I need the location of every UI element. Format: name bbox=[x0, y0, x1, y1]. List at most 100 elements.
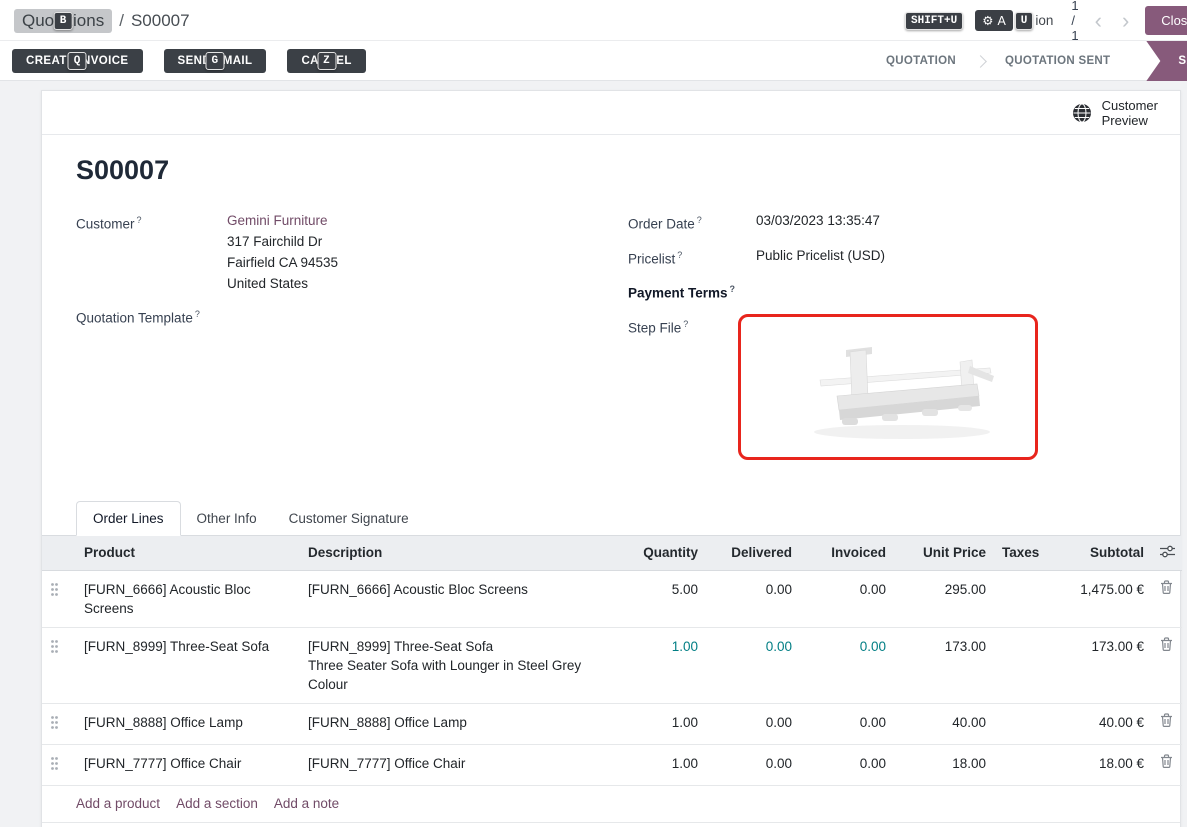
cell-unit-price[interactable]: 295.00 bbox=[894, 570, 994, 627]
cell-invoiced: 0.00 bbox=[800, 703, 894, 744]
order-line-row[interactable]: [FURN_8999] Three-Seat Sofa [FURN_8999] … bbox=[42, 627, 1182, 703]
control-bar: CREATE INVOICE Q SEND EMAIL G CANCEL Z Q… bbox=[0, 41, 1187, 81]
statusbar: QUOTATION QUOTATION SENT SALES ORDER bbox=[868, 41, 1187, 81]
content-area: Customer Preview S00007 Customer? Gemini… bbox=[0, 81, 1187, 827]
customer-preview-label: Customer Preview bbox=[1102, 98, 1158, 128]
add-note-link[interactable]: Add a note bbox=[274, 796, 339, 811]
status-quotation-sent[interactable]: QUOTATION SENT bbox=[987, 55, 1128, 67]
delete-row-button[interactable] bbox=[1160, 637, 1173, 654]
order-date-value[interactable]: 03/03/2023 13:35:47 bbox=[756, 210, 880, 235]
cell-unit-price[interactable]: 173.00 bbox=[894, 627, 994, 703]
add-product-link[interactable]: Add a product bbox=[76, 796, 160, 811]
pager-previous-button[interactable]: ‹ bbox=[1091, 10, 1106, 32]
cell-taxes[interactable] bbox=[994, 570, 1040, 627]
cell-product[interactable]: [FURN_8999] Three-Seat Sofa bbox=[76, 627, 300, 703]
create-invoice-button[interactable]: CREATE INVOICE Q bbox=[12, 49, 143, 73]
cell-description[interactable]: [FURN_8999] Three-Seat Sofa Three Seater… bbox=[300, 627, 600, 703]
cell-quantity[interactable]: 1.00 bbox=[600, 627, 706, 703]
header-product[interactable]: Product bbox=[76, 536, 300, 571]
order-line-row[interactable]: [FURN_6666] Acoustic Bloc Screens [FURN_… bbox=[42, 570, 1182, 627]
header-unit-price[interactable]: Unit Price bbox=[894, 536, 994, 571]
breadcrumb-current: S00007 bbox=[131, 11, 190, 31]
cell-delivered: 0.00 bbox=[706, 570, 800, 627]
action-menu-button[interactable]: ⚙ A U ion bbox=[975, 10, 1053, 31]
cell-quantity[interactable]: 5.00 bbox=[600, 570, 706, 627]
header-subtotal[interactable]: Subtotal bbox=[1040, 536, 1152, 571]
pricelist-value[interactable]: Public Pricelist (USD) bbox=[756, 245, 885, 270]
step-file-3d-render-icon bbox=[742, 318, 1034, 456]
cancel-button[interactable]: CANCEL Z bbox=[287, 49, 365, 73]
kb-hint-cancel: Z bbox=[317, 52, 336, 70]
tab-order-lines[interactable]: Order Lines bbox=[76, 501, 181, 536]
delete-row-button[interactable] bbox=[1160, 713, 1173, 730]
header-description[interactable]: Description bbox=[300, 536, 600, 571]
trash-icon bbox=[1160, 713, 1173, 727]
cell-delete bbox=[1152, 744, 1182, 785]
fields-left-column: Customer? Gemini Furniture 317 Fairchild… bbox=[76, 210, 628, 470]
step-file-image[interactable] bbox=[738, 314, 1038, 460]
cell-quantity[interactable]: 1.00 bbox=[600, 703, 706, 744]
header-delivered[interactable]: Delivered bbox=[706, 536, 800, 571]
tab-customer-signature[interactable]: Customer Signature bbox=[273, 501, 425, 536]
order-line-row[interactable]: [FURN_7777] Office Chair [FURN_7777] Off… bbox=[42, 744, 1182, 785]
drag-handle[interactable] bbox=[42, 570, 76, 627]
close-button[interactable]: Close bbox=[1145, 6, 1187, 35]
cell-subtotal: 1,475.00 € bbox=[1040, 570, 1152, 627]
optional-columns-button[interactable] bbox=[1152, 536, 1182, 571]
cell-product[interactable]: [FURN_7777] Office Chair bbox=[76, 744, 300, 785]
pricelist-field: Pricelist? Public Pricelist (USD) bbox=[628, 245, 1160, 270]
cell-taxes[interactable] bbox=[994, 627, 1040, 703]
order-line-row[interactable]: [FURN_8888] Office Lamp [FURN_8888] Offi… bbox=[42, 703, 1182, 744]
cell-invoiced: 0.00 bbox=[800, 627, 894, 703]
top-navbar: Quotations B / S00007 SHIFT+U ⚙ A U ion … bbox=[0, 0, 1187, 41]
header-taxes[interactable]: Taxes bbox=[994, 536, 1040, 571]
drag-handle[interactable] bbox=[42, 744, 76, 785]
delete-row-button[interactable] bbox=[1160, 754, 1173, 771]
drag-handle-icon bbox=[50, 639, 59, 654]
cell-unit-price[interactable]: 40.00 bbox=[894, 703, 994, 744]
cell-taxes[interactable] bbox=[994, 703, 1040, 744]
cell-unit-price[interactable]: 18.00 bbox=[894, 744, 994, 785]
cell-taxes[interactable] bbox=[994, 744, 1040, 785]
order-date-label: Order Date? bbox=[628, 210, 756, 235]
payment-terms-input[interactable] bbox=[756, 279, 896, 304]
customer-preview-button[interactable]: Customer Preview bbox=[1071, 98, 1158, 128]
customer-address-line: 317 Fairchild Dr bbox=[227, 231, 338, 252]
status-sales-order[interactable]: SALES ORDER bbox=[1146, 41, 1187, 81]
help-icon: ? bbox=[137, 215, 142, 225]
cell-description[interactable]: [FURN_7777] Office Chair bbox=[300, 744, 600, 785]
gear-icon: ⚙ bbox=[982, 13, 993, 28]
add-section-link[interactable]: Add a section bbox=[176, 796, 258, 811]
action-label-prefix: A bbox=[997, 14, 1005, 28]
customer-label: Customer? bbox=[76, 210, 227, 294]
cell-subtotal: 18.00 € bbox=[1040, 744, 1152, 785]
cell-invoiced: 0.00 bbox=[800, 570, 894, 627]
customer-link[interactable]: Gemini Furniture bbox=[227, 213, 328, 228]
action-menu-dark-segment: ⚙ A bbox=[975, 10, 1013, 31]
help-icon: ? bbox=[677, 250, 682, 260]
step-file-label: Step File? bbox=[628, 314, 756, 460]
breadcrumb-quotations[interactable]: Quotations B bbox=[14, 9, 112, 33]
drag-handle[interactable] bbox=[42, 627, 76, 703]
cell-product[interactable]: [FURN_8888] Office Lamp bbox=[76, 703, 300, 744]
cell-description[interactable]: [FURN_8888] Office Lamp bbox=[300, 703, 600, 744]
status-quotation[interactable]: QUOTATION bbox=[868, 55, 974, 67]
cell-description[interactable]: [FURN_6666] Acoustic Bloc Screens bbox=[300, 570, 600, 627]
header-invoiced[interactable]: Invoiced bbox=[800, 536, 894, 571]
delete-row-button[interactable] bbox=[1160, 580, 1173, 597]
cell-product[interactable]: [FURN_6666] Acoustic Bloc Screens bbox=[76, 570, 300, 627]
drag-handle-icon bbox=[50, 756, 59, 771]
quotation-template-input[interactable] bbox=[227, 304, 367, 329]
help-icon: ? bbox=[683, 319, 688, 329]
header-quantity[interactable]: Quantity bbox=[600, 536, 706, 571]
pager-next-button[interactable]: › bbox=[1118, 10, 1133, 32]
send-email-button[interactable]: SEND EMAIL G bbox=[164, 49, 267, 73]
customer-preview-line1: Customer bbox=[1102, 98, 1158, 113]
cell-delivered: 0.00 bbox=[706, 703, 800, 744]
trash-icon bbox=[1160, 754, 1173, 768]
tab-other-info[interactable]: Other Info bbox=[181, 501, 273, 536]
drag-handle[interactable] bbox=[42, 703, 76, 744]
payment-terms-label: Payment Terms? bbox=[628, 279, 756, 304]
record-title[interactable]: S00007 bbox=[76, 155, 1180, 186]
cell-quantity[interactable]: 1.00 bbox=[600, 744, 706, 785]
